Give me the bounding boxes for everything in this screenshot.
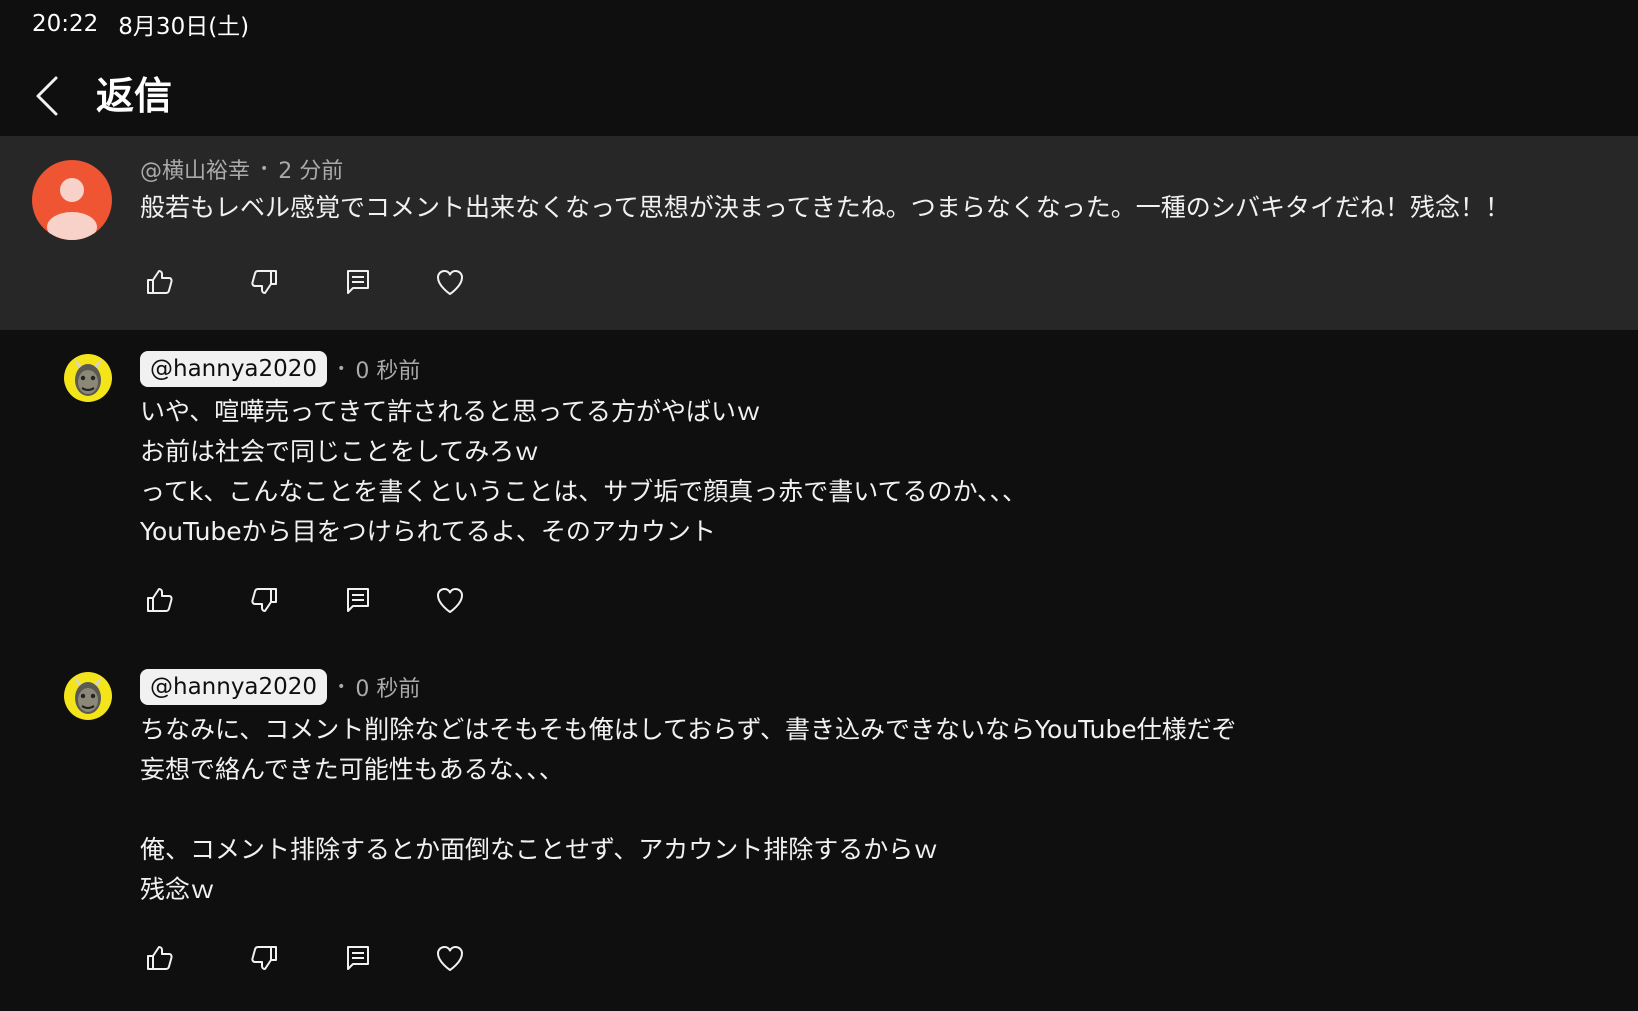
comment-meta: @hannya2020 • 0 秒前 (140, 350, 420, 388)
like-button[interactable] (140, 938, 180, 978)
status-date: 8月30日(土) (118, 14, 250, 40)
default-user-icon (47, 178, 97, 240)
comment-meta: @横山裕幸 • 2 分前 (140, 152, 343, 186)
like-button[interactable] (140, 580, 180, 620)
oni-mask-icon (74, 358, 102, 396)
reply-button[interactable] (338, 938, 378, 978)
thumbs-down-icon (251, 946, 277, 970)
thumbs-up-icon (147, 588, 173, 612)
status-bar: 20:22 8月30日(土) (32, 8, 249, 40)
dislike-button[interactable] (244, 262, 284, 302)
reply-button[interactable] (338, 580, 378, 620)
thumbs-down-icon (251, 588, 277, 612)
thumbs-up-icon (147, 270, 173, 294)
heart-button[interactable] (430, 938, 470, 978)
chevron-left-icon (36, 76, 58, 116)
thumbs-up-icon (147, 946, 173, 970)
thumbs-down-icon (251, 270, 277, 294)
heart-button[interactable] (430, 580, 470, 620)
comment-text: いや、喧嘩売ってきて許されると思ってる方がやばいｗ お前は社会で同じことをしてみ… (140, 397, 1027, 546)
comment-author[interactable]: @横山裕幸 (140, 153, 250, 185)
heart-button[interactable] (430, 262, 470, 302)
dislike-button[interactable] (244, 580, 284, 620)
reply-button[interactable] (338, 262, 378, 302)
separator-dot: • (260, 161, 269, 177)
avatar[interactable] (32, 160, 112, 240)
page-title: 返信 (96, 74, 173, 118)
comment-icon (347, 946, 369, 970)
author-handle-chip[interactable]: @hannya2020 (140, 351, 328, 387)
heart-icon (437, 946, 463, 971)
comment-time: 0 秒前 (355, 677, 421, 702)
comment-icon (347, 588, 369, 612)
header: 返信 (0, 60, 1638, 136)
comment-text: ちなみに、コメント削除などはそもそも俺はしておらず、書き込みできないならYouT… (140, 715, 1237, 904)
oni-mask-icon (74, 676, 102, 714)
avatar[interactable] (64, 354, 112, 402)
like-button[interactable] (140, 262, 180, 302)
dislike-button[interactable] (244, 938, 284, 978)
separator-dot: • (337, 679, 346, 695)
author-handle-chip[interactable]: @hannya2020 (140, 669, 328, 705)
comment-text: 般若もレベル感覚でコメント出来なくなって思想が決まってきたね。つまらなくなった。… (140, 193, 1511, 222)
comment-meta: @hannya2020 • 0 秒前 (140, 668, 420, 706)
avatar[interactable] (64, 672, 112, 720)
separator-dot: • (337, 361, 346, 377)
reply-comment: @hannya2020 • 0 秒前 いや、喧嘩売ってきて許されると思ってる方が… (0, 350, 1638, 613)
reply-comment: @hannya2020 • 0 秒前 ちなみに、コメント削除などはそもそも俺はし… (0, 668, 1638, 998)
comment-icon (347, 270, 369, 294)
comment-time: 2 分前 (278, 159, 344, 184)
heart-icon (437, 270, 463, 295)
back-button[interactable] (30, 70, 70, 122)
heart-icon (437, 588, 463, 613)
status-time: 20:22 (32, 11, 99, 37)
comment-time: 0 秒前 (355, 359, 421, 384)
parent-comment: @横山裕幸 • 2 分前 般若もレベル感覚でコメント出来なくなって思想が決まって… (0, 136, 1638, 330)
